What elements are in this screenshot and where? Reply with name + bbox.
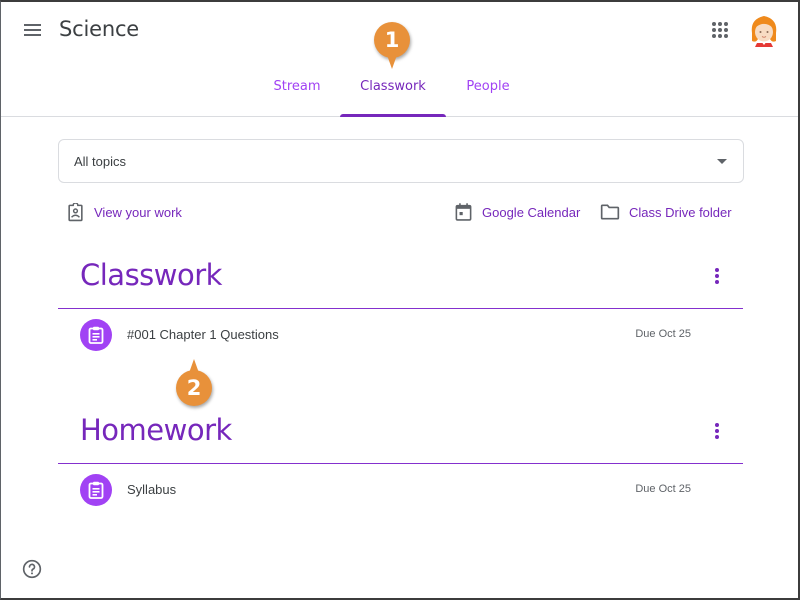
- topic-heading-classwork: Classwork: [80, 258, 222, 292]
- google-apps-grid-icon: [712, 22, 716, 26]
- topic-filter-dropdown[interactable]: All topics: [58, 139, 744, 183]
- section-divider: [58, 463, 743, 464]
- step-callout-2: 2: [176, 359, 212, 406]
- item-title: #001 Chapter 1 Questions: [127, 327, 279, 342]
- tab-classwork[interactable]: Classwork: [340, 70, 446, 117]
- tab-stream[interactable]: Stream: [262, 70, 332, 117]
- hamburger-menu-icon: [24, 24, 41, 26]
- topic-heading-homework: Homework: [80, 413, 232, 447]
- item-due-date: Due Oct 25: [635, 328, 691, 340]
- topic-options-button[interactable]: [710, 420, 724, 442]
- classwork-item[interactable]: Syllabus Due Oct 25: [58, 465, 743, 513]
- app-header: Science Stream Classwork People: [0, 0, 800, 117]
- more-vert-icon: [715, 423, 719, 427]
- assignment-icon: [80, 319, 112, 351]
- class-tabs: Stream Classwork People: [0, 70, 800, 117]
- main-menu-button[interactable]: [22, 20, 44, 40]
- google-apps-button[interactable]: [710, 20, 730, 40]
- assignment-icon: [80, 474, 112, 506]
- more-vert-icon: [715, 268, 719, 272]
- item-due-date: Due Oct 25: [635, 483, 691, 495]
- item-title: Syllabus: [127, 482, 177, 497]
- class-title[interactable]: Science: [59, 17, 139, 41]
- topic-filter-value: All topics: [74, 153, 127, 169]
- assignment-ind-icon: [68, 202, 83, 221]
- step-callout-1: 1: [374, 22, 410, 69]
- active-tab-indicator: [340, 114, 446, 117]
- dropdown-arrow-icon: [717, 159, 727, 164]
- avatar-girl-icon: [751, 16, 777, 47]
- folder-icon: [600, 204, 620, 220]
- section-divider: [58, 308, 743, 309]
- help-circle-icon: [22, 559, 42, 579]
- calendar-icon: [455, 203, 472, 221]
- account-avatar[interactable]: [748, 13, 780, 47]
- google-calendar-link[interactable]: Google Calendar: [454, 200, 580, 224]
- class-drive-folder-link[interactable]: Class Drive folder: [600, 200, 732, 224]
- classwork-item[interactable]: #001 Chapter 1 Questions Due Oct 25: [58, 310, 743, 358]
- view-your-work-link[interactable]: View your work: [66, 200, 182, 224]
- help-button[interactable]: [22, 559, 42, 579]
- topic-options-button[interactable]: [710, 265, 724, 287]
- tab-people[interactable]: People: [455, 70, 521, 117]
